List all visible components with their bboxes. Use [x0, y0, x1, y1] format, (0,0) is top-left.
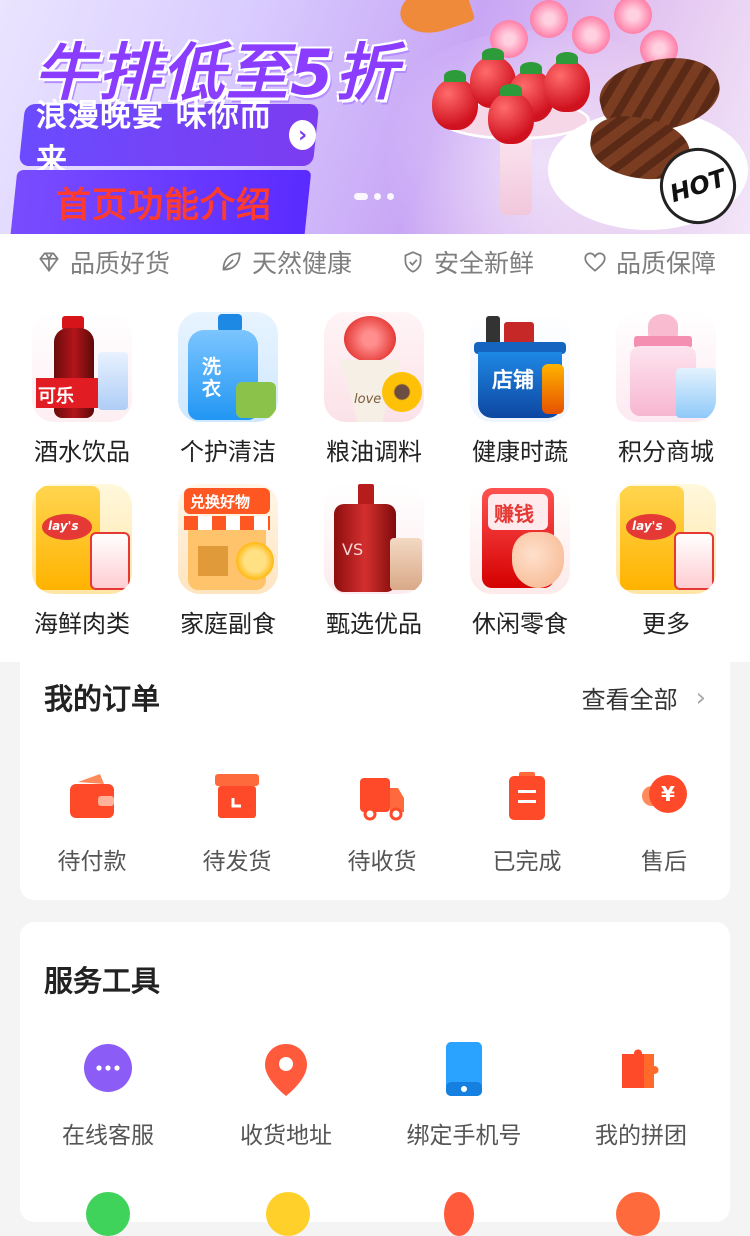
shop-exchange-icon: 兑换好物	[178, 484, 278, 594]
services-card: 服务工具 在线客服 收货地址 绑定手机号 我的拼团	[20, 922, 730, 1236]
service-online-support[interactable]: 在线客服	[28, 1040, 188, 1150]
clipboard-icon	[509, 772, 545, 820]
service-label: 我的拼团	[595, 1123, 687, 1149]
category-label: 个护清洁	[180, 438, 276, 466]
category-label: 甄选优品	[326, 610, 422, 638]
service-label: 在线客服	[62, 1123, 154, 1149]
heart-icon	[584, 252, 606, 272]
intro-button-label[interactable]: 首页功能介绍	[56, 177, 272, 228]
order-completed[interactable]: 已完成	[467, 770, 587, 876]
feature-label: 天然健康	[251, 249, 352, 278]
order-to-ship[interactable]: 待发货	[177, 770, 297, 876]
salmon-image	[394, 0, 476, 42]
leaf-icon	[222, 252, 241, 271]
truck-icon	[360, 778, 404, 821]
category-label: 粮油调料	[326, 438, 422, 466]
category-selected-goods[interactable]: VS 甄选优品	[304, 484, 444, 644]
banner-cta-button[interactable]: 浪漫晚宴 味你而来 ›	[18, 98, 320, 179]
green-service-icon[interactable]	[86, 1192, 130, 1236]
order-label: 待收货	[347, 849, 417, 875]
category-more[interactable]: lay's 更多	[596, 484, 736, 644]
order-label: 已完成	[492, 849, 562, 875]
shopping-basket-icon: 店铺	[470, 312, 570, 422]
category-grain-oil[interactable]: love 粮油调料	[304, 312, 444, 472]
yen-refund-icon: ¥	[642, 775, 687, 813]
chips-icon: lay's	[32, 484, 132, 594]
category-label: 更多	[642, 610, 690, 638]
category-personal-care[interactable]: 洗衣 个护清洁	[158, 312, 298, 472]
chat-icon	[84, 1044, 132, 1092]
feature-natural-health: 天然健康	[218, 244, 352, 280]
chips-icon: lay's	[616, 484, 716, 594]
order-label: 待付款	[57, 849, 127, 875]
puzzle-icon	[622, 1049, 659, 1088]
feature-safe-fresh: 安全新鲜	[400, 244, 534, 280]
promo-banner[interactable]: HOT 牛排低至5折 浪漫晚宴 味你而来 › 首页功能介绍	[0, 0, 750, 234]
service-group-buy[interactable]: 我的拼团	[561, 1040, 721, 1150]
feature-label: 品质好货	[70, 249, 171, 278]
service-label: 绑定手机号	[406, 1123, 522, 1149]
wallet-icon	[70, 774, 114, 818]
banner-cta-label: 浪漫晚宴 味你而来	[36, 98, 272, 179]
orders-card: 我的订单 查看全部 › 待付款 待发货 待收货 已完成 ¥ 售后	[20, 662, 730, 900]
feature-label: 安全新鲜	[433, 249, 534, 278]
orange-service-icon[interactable]	[616, 1192, 660, 1236]
diamond-icon	[39, 252, 59, 273]
phone-icon	[446, 1042, 482, 1096]
chevron-right-icon: ›	[288, 120, 316, 150]
category-drinks[interactable]: 可乐 酒水饮品	[12, 312, 152, 472]
category-snacks[interactable]: 赚钱 休闲零食	[450, 484, 590, 644]
view-all-label: 查看全部	[581, 686, 678, 714]
shield-check-icon	[404, 251, 422, 273]
category-seafood-meat[interactable]: lay's 海鲜肉类	[12, 484, 152, 644]
view-all-orders-link[interactable]: 查看全部 ›	[582, 680, 706, 715]
chevron-right-icon: ›	[695, 682, 706, 713]
order-after-sales[interactable]: ¥ 售后	[604, 770, 724, 876]
category-vegetables[interactable]: 店铺 健康时蔬	[450, 312, 590, 472]
order-to-receive[interactable]: 待收货	[322, 770, 442, 876]
services-title: 服务工具	[44, 964, 161, 998]
service-shipping-address[interactable]: 收货地址	[206, 1040, 366, 1150]
location-pin-icon	[265, 1044, 307, 1096]
svg-text:¥: ¥	[661, 782, 675, 806]
category-label: 家庭副食	[180, 610, 276, 638]
service-label: 收货地址	[240, 1123, 332, 1149]
feature-quality-goods: 品质好货	[36, 244, 170, 280]
cosmetics-icon: VS	[324, 484, 424, 594]
cake-stand	[500, 135, 532, 215]
carousel-dot[interactable]	[374, 193, 381, 200]
order-label: 售后	[641, 849, 687, 875]
category-points-mall[interactable]: 积分商城	[596, 312, 736, 472]
category-label: 健康时蔬	[472, 438, 568, 466]
category-label: 酒水饮品	[34, 438, 130, 466]
carousel-dot[interactable]	[387, 193, 394, 200]
category-label: 海鲜肉类	[34, 610, 130, 638]
category-grid: 可乐 酒水饮品 洗衣 个护清洁 love 粮油调料 店铺 健康时蔬 积分商城 l…	[0, 294, 750, 662]
feature-label: 品质保障	[615, 249, 716, 278]
box-icon	[215, 774, 259, 818]
hot-badge-text: HOT	[666, 163, 730, 209]
carousel-indicator[interactable]	[354, 193, 394, 200]
red-service-icon[interactable]	[444, 1192, 474, 1236]
order-label: 待发货	[202, 849, 272, 875]
category-family-food[interactable]: 兑换好物 家庭副食	[158, 484, 298, 644]
order-pending-payment[interactable]: 待付款	[32, 770, 152, 876]
baby-bottle-icon	[616, 312, 716, 422]
category-label: 休闲零食	[472, 610, 568, 638]
category-label: 积分商城	[618, 438, 714, 466]
detergent-icon: 洗衣	[178, 312, 278, 422]
flower-bouquet-icon: love	[324, 312, 424, 422]
feature-quality-assurance: 品质保障	[582, 244, 716, 280]
yellow-service-icon[interactable]	[266, 1192, 310, 1236]
service-bind-phone[interactable]: 绑定手机号	[384, 1040, 544, 1150]
red-envelope-icon: 赚钱	[470, 484, 570, 594]
carousel-dot[interactable]	[354, 193, 368, 200]
orders-title: 我的订单	[44, 682, 161, 716]
cola-bottle-icon: 可乐	[32, 312, 132, 422]
feature-strip: 品质好货 天然健康 安全新鲜 品质保障	[0, 234, 750, 294]
